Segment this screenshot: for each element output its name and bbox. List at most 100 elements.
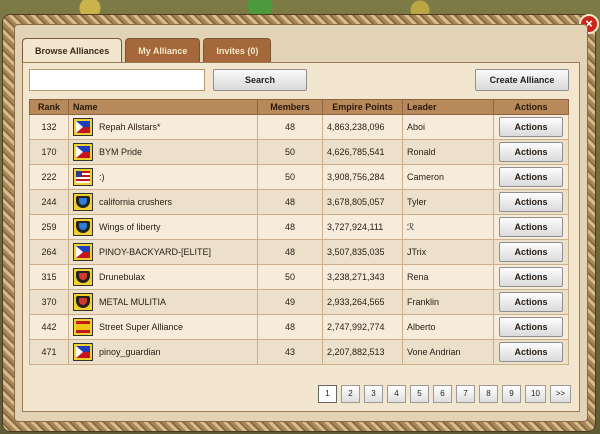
- alliance-name: california crushers: [99, 197, 173, 207]
- actions-button[interactable]: Actions: [499, 117, 563, 137]
- table-row: 170 BYM Pride 50 4,626,785,541 Ronald Actions: [29, 139, 569, 165]
- page-button-3[interactable]: 3: [364, 385, 383, 403]
- empire-points-cell: 4,626,785,541: [322, 139, 403, 165]
- philippines-flag-icon: [73, 143, 93, 161]
- actions-button[interactable]: Actions: [499, 192, 563, 212]
- page-button-7[interactable]: 7: [456, 385, 475, 403]
- table-header: Rank Name Members Empire Points Leader A…: [29, 99, 569, 115]
- pagination: 1 2 3 4 5 6 7 8 9 10 >>: [318, 385, 571, 403]
- leader-cell: Vone Andrian: [402, 339, 494, 365]
- alliance-name: PINOY-BACKYARD-[ELITE]: [99, 247, 212, 257]
- alliances-table: Rank Name Members Empire Points Leader A…: [29, 99, 569, 365]
- rank-cell: 170: [29, 139, 69, 165]
- members-cell: 48: [257, 214, 323, 240]
- page-button-2[interactable]: 2: [341, 385, 360, 403]
- members-cell: 50: [257, 164, 323, 190]
- leader-cell: ℛ: [402, 214, 494, 240]
- page-button-4[interactable]: 4: [387, 385, 406, 403]
- empire-points-cell: 2,933,264,565: [322, 289, 403, 315]
- next-page-button[interactable]: >>: [550, 385, 571, 403]
- actions-button[interactable]: Actions: [499, 167, 563, 187]
- table-row: 259 Wings of liberty 48 3,727,924,111 ℛ Actio…: [29, 214, 569, 240]
- leader-cell: Tyler: [402, 189, 494, 215]
- actions-button[interactable]: Actions: [499, 242, 563, 262]
- tab-bar: Browse Alliances My Alliance Invites (0): [22, 38, 272, 63]
- table-row: 132 Repah Allstars* 48 4,863,238,096 Aboi Act…: [29, 114, 569, 140]
- members-cell: 48: [257, 189, 323, 215]
- red-shield-flag-icon: [73, 268, 93, 286]
- actions-cell: Actions: [493, 189, 569, 215]
- page-button-6[interactable]: 6: [433, 385, 452, 403]
- actions-button[interactable]: Actions: [499, 292, 563, 312]
- empire-points-cell: 3,507,835,035: [322, 239, 403, 265]
- members-cell: 50: [257, 264, 323, 290]
- rank-cell: 264: [29, 239, 69, 265]
- table-row: 442 Street Super Alliance 48 2,747,992,774 A…: [29, 314, 569, 340]
- column-actions: Actions: [493, 99, 569, 115]
- page-button-9[interactable]: 9: [502, 385, 521, 403]
- page-button-1[interactable]: 1: [318, 385, 337, 403]
- page-button-8[interactable]: 8: [479, 385, 498, 403]
- name-cell: pinoy_guardian: [68, 339, 258, 365]
- name-cell: Repah Allstars*: [68, 114, 258, 140]
- leader-cell: Alberto: [402, 314, 494, 340]
- spain-flag-icon: [73, 318, 93, 336]
- actions-button[interactable]: Actions: [499, 317, 563, 337]
- table-row: 471 pinoy_guardian 43 2,207,882,513 Vone And…: [29, 339, 569, 365]
- alliance-name: Drunebulax: [99, 272, 146, 282]
- actions-button[interactable]: Actions: [499, 217, 563, 237]
- actions-button[interactable]: Actions: [499, 267, 563, 287]
- actions-cell: Actions: [493, 314, 569, 340]
- members-cell: 48: [257, 114, 323, 140]
- empire-points-cell: 3,908,756,284: [322, 164, 403, 190]
- column-leader: Leader: [402, 99, 494, 115]
- table-row: 244 california crushers 48 3,678,805,057 Tyl…: [29, 189, 569, 215]
- rank-cell: 222: [29, 164, 69, 190]
- empire-points-cell: 3,678,805,057: [322, 189, 403, 215]
- name-cell: BYM Pride: [68, 139, 258, 165]
- rank-cell: 244: [29, 189, 69, 215]
- table-row: 264 PINOY-BACKYARD-[ELITE] 48 3,507,835,035…: [29, 239, 569, 265]
- rank-cell: 471: [29, 339, 69, 365]
- name-cell: PINOY-BACKYARD-[ELITE]: [68, 239, 258, 265]
- members-cell: 48: [257, 314, 323, 340]
- actions-button[interactable]: Actions: [499, 342, 563, 362]
- members-cell: 43: [257, 339, 323, 365]
- rank-cell: 132: [29, 114, 69, 140]
- tab-browse-alliances[interactable]: Browse Alliances: [22, 38, 123, 63]
- alliance-name: Street Super Alliance: [99, 322, 184, 332]
- tab-invites[interactable]: Invites (0): [203, 38, 272, 62]
- blue-shield-flag-icon: [73, 193, 93, 211]
- leader-cell: Ronald: [402, 139, 494, 165]
- leader-cell: Rena: [402, 264, 494, 290]
- red-shield-flag-icon: [73, 293, 93, 311]
- actions-cell: Actions: [493, 139, 569, 165]
- search-input[interactable]: [29, 69, 205, 91]
- rank-cell: 259: [29, 214, 69, 240]
- empire-points-cell: 3,727,924,111: [322, 214, 403, 240]
- page-button-10[interactable]: 10: [525, 385, 546, 403]
- search-button[interactable]: Search: [213, 69, 307, 91]
- actions-cell: Actions: [493, 289, 569, 315]
- column-members: Members: [257, 99, 323, 115]
- members-cell: 50: [257, 139, 323, 165]
- table-row: 315 Drunebulax 50 3,238,271,343 Rena Actions: [29, 264, 569, 290]
- actions-cell: Actions: [493, 264, 569, 290]
- alliance-name: pinoy_guardian: [99, 347, 161, 357]
- rank-cell: 315: [29, 264, 69, 290]
- column-name: Name: [68, 99, 258, 115]
- philippines-flag-icon: [73, 243, 93, 261]
- leader-cell: Cameron: [402, 164, 494, 190]
- tab-my-alliance[interactable]: My Alliance: [125, 38, 201, 62]
- browse-alliances-panel: Search Create Alliance Rank Name Members…: [22, 62, 580, 412]
- actions-cell: Actions: [493, 214, 569, 240]
- name-cell: Street Super Alliance: [68, 314, 258, 340]
- leader-cell: JTrix: [402, 239, 494, 265]
- page-button-5[interactable]: 5: [410, 385, 429, 403]
- name-cell: Drunebulax: [68, 264, 258, 290]
- create-alliance-button[interactable]: Create Alliance: [475, 69, 569, 91]
- name-cell: METAL MULITIA: [68, 289, 258, 315]
- name-cell: california crushers: [68, 189, 258, 215]
- actions-cell: Actions: [493, 239, 569, 265]
- actions-button[interactable]: Actions: [499, 142, 563, 162]
